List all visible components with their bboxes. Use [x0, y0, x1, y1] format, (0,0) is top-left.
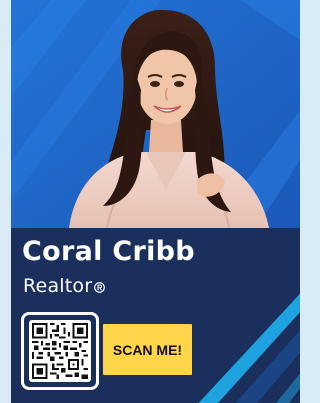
- decorative-stripes: [198, 293, 300, 403]
- qr-code[interactable]: [29, 320, 91, 382]
- qr-code-icon: [32, 323, 88, 379]
- realtor-r-icon: [94, 282, 106, 293]
- agent-title-row: Realtor: [23, 275, 106, 297]
- info-panel: Coral Cribb Realtor SCAN ME!: [11, 228, 300, 403]
- realtor-card: Coral Cribb Realtor SCAN ME!: [11, 0, 300, 403]
- agent-title: Realtor: [23, 275, 93, 297]
- agent-name: Coral Cribb: [22, 236, 195, 267]
- qr-code-frame[interactable]: [21, 312, 99, 390]
- portrait-image: [11, 0, 300, 228]
- profile-photo: [11, 0, 300, 228]
